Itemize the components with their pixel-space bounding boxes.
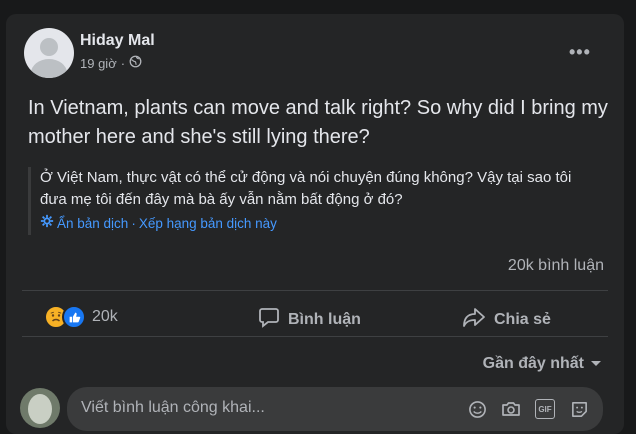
rate-translation-link[interactable]: Xếp hạng bản dịch này — [139, 213, 277, 235]
post-time[interactable]: 19 giờ — [80, 56, 117, 71]
sort-label: Gần đây nhất — [482, 355, 584, 372]
translation-text: Ở Việt Nam, thực vật có thể cử động và n… — [40, 169, 572, 208]
post-meta: 19 giờ · — [80, 55, 142, 71]
comment-sort-dropdown[interactable]: Gần đây nhất — [483, 355, 602, 373]
emoji-icon[interactable] — [467, 399, 487, 419]
gear-icon — [40, 213, 54, 235]
translation-block: Ở Việt Nam, thực vật có thể cử động và n… — [28, 167, 588, 235]
share-button-label: Chia sẻ — [494, 310, 551, 328]
share-button[interactable]: Chia sẻ — [462, 306, 551, 333]
chevron-down-icon — [590, 355, 602, 373]
current-user-avatar[interactable] — [20, 388, 60, 428]
reaction-summary[interactable]: 20k — [44, 305, 118, 329]
more-options-icon[interactable]: ••• — [569, 42, 591, 63]
link-separator: · — [131, 216, 136, 231]
comment-button[interactable]: Bình luận — [258, 306, 361, 333]
like-reaction-icon — [62, 305, 86, 329]
camera-icon[interactable] — [501, 399, 521, 419]
composer-icons: GIF — [467, 399, 589, 419]
reaction-count: 20k — [92, 308, 118, 325]
sticker-icon[interactable] — [569, 399, 589, 419]
divider-bottom — [22, 336, 608, 337]
author-name[interactable]: Hiday Mal — [80, 32, 155, 50]
comment-count[interactable]: 20k bình luận — [508, 257, 604, 275]
post-card: Hiday Mal 19 giờ · ••• In Vietnam, plant… — [6, 14, 624, 434]
gif-icon[interactable]: GIF — [535, 399, 555, 419]
comment-button-label: Bình luận — [288, 310, 361, 328]
meta-separator: · — [120, 55, 126, 71]
share-icon — [462, 306, 486, 333]
globe-icon[interactable] — [129, 55, 142, 71]
hide-translation-link[interactable]: Ẩn bản dịch — [57, 213, 128, 235]
post-text: In Vietnam, plants can move and talk rig… — [28, 97, 608, 148]
translation-links: Ẩn bản dịch · Xếp hạng bản dịch này — [40, 213, 588, 235]
author-avatar[interactable] — [24, 28, 74, 78]
comment-input[interactable] — [81, 399, 461, 417]
divider-top — [22, 290, 608, 291]
comment-composer: GIF — [67, 387, 603, 431]
comment-icon — [258, 306, 280, 333]
